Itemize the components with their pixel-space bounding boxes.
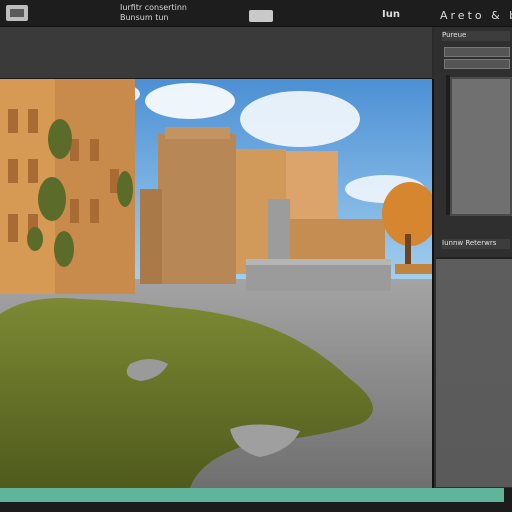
- tool-options-bar: [0, 27, 432, 79]
- panel-field[interactable]: [444, 59, 510, 69]
- panel-preview: [450, 77, 512, 216]
- scene-render: [0, 79, 432, 488]
- panel-content-area: [436, 257, 512, 487]
- timeline-bar[interactable]: [0, 488, 504, 502]
- scene-viewport[interactable]: [0, 79, 434, 488]
- panel-field[interactable]: [444, 47, 510, 57]
- app-logo-icon[interactable]: [6, 5, 28, 21]
- document-title: Iurfitr consertinn: [120, 3, 187, 12]
- title-bar: Iurfitr consertinn Bunsum tun Iun Areto …: [0, 0, 512, 27]
- panel-footer[interactable]: Iunnw Reterwrs: [442, 239, 510, 249]
- properties-panel: Pureue Iunnw Reterwrs: [434, 27, 512, 488]
- document-info: Iurfitr consertinn Bunsum tun: [120, 3, 187, 23]
- panel-header[interactable]: Pureue: [442, 31, 510, 41]
- status-bar: [0, 488, 512, 512]
- toolbar-button[interactable]: [249, 10, 273, 22]
- document-subtitle: Bunsum tun: [120, 13, 169, 22]
- window-controls[interactable]: Areto & b 6: [440, 9, 512, 22]
- top-right-label: Iun: [382, 9, 400, 20]
